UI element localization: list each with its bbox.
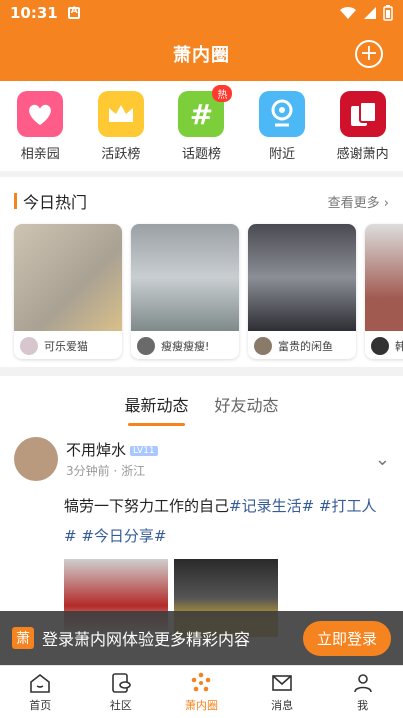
page-title: 萧内圈	[173, 44, 230, 66]
person-icon	[353, 674, 372, 693]
avatar	[254, 337, 272, 355]
signal-icon	[364, 7, 376, 19]
tab-circle[interactable]: 萧内圈	[161, 666, 241, 718]
hot-cards: 可乐爱猫 瘦瘦瘦瘦! 富贵的闲鱼 韩	[14, 224, 403, 359]
tab-label: 首页	[29, 699, 52, 712]
quick-label: 相亲园	[20, 147, 60, 162]
quick-item-matchmaking[interactable]: 相亲园	[8, 91, 72, 171]
hearts-icon	[17, 91, 64, 137]
see-more-label: 查看更多	[327, 195, 380, 211]
envelope-icon	[272, 675, 292, 691]
card-username: 可乐爱猫	[44, 340, 88, 353]
quick-item-active-rank[interactable]: 活跃榜	[89, 91, 153, 171]
quick-item-thanks[interactable]: 感谢萧内	[331, 91, 395, 171]
tab-messages[interactable]: 消息	[242, 666, 322, 718]
section-header: 今日热门 查看更多 ›	[0, 177, 403, 213]
hot-card[interactable]: 瘦瘦瘦瘦!	[131, 224, 239, 359]
hot-card[interactable]: 韩	[365, 224, 403, 359]
flower-icon	[192, 672, 211, 692]
card-user: 可乐爱猫	[14, 331, 122, 355]
hot-card[interactable]: 可乐爱猫	[14, 224, 122, 359]
crown-icon	[97, 91, 144, 137]
today-hot-section: 今日热门 查看更多 › 可乐爱猫 瘦瘦瘦瘦! 富贵的闲鱼 韩	[0, 177, 403, 367]
quick-label: 附近	[269, 147, 296, 162]
avatar	[137, 337, 155, 355]
avatar	[371, 337, 389, 355]
status-time: 10:31	[10, 4, 58, 22]
tab-label: 消息	[271, 699, 294, 712]
login-button[interactable]: 立即登录	[302, 620, 391, 656]
post-meta: 3分钟前 · 浙江	[66, 464, 146, 478]
bottom-tabbar: 首页 社区 萧内圈 消息 我	[0, 665, 403, 718]
post-content: 犒劳一下努力工作的自己#记录生活# #打工人 # #今日分享#	[64, 491, 390, 551]
feed-post[interactable]: 不用焯水 LV11 3分钟前 · 浙江 ⌄ 犒劳一下努力工作的自己#记录生活# #…	[14, 437, 390, 637]
plus-icon: +	[359, 41, 379, 66]
post-header: 不用焯水 LV11 3分钟前 · 浙江 ⌄	[14, 437, 390, 481]
post-image	[131, 224, 239, 331]
quick-item-nearby[interactable]: 附近	[250, 91, 314, 171]
avatar[interactable]	[14, 437, 58, 481]
post-user-info: 不用焯水 LV11 3分钟前 · 浙江	[66, 439, 158, 479]
post-tags-line2[interactable]: # #今日分享#	[64, 527, 166, 545]
hashtag-icon: # 热	[178, 85, 233, 137]
battery-icon	[383, 5, 393, 21]
chevron-right-icon: ›	[383, 195, 389, 211]
tab-me[interactable]: 我	[323, 666, 403, 718]
wifi-icon	[340, 6, 356, 19]
hot-badge: 热	[212, 85, 233, 102]
avatar	[20, 337, 38, 355]
quick-label: 活跃榜	[101, 147, 141, 162]
tab-latest[interactable]: 最新动态	[124, 392, 189, 426]
post-image	[248, 224, 356, 331]
card-username: 瘦瘦瘦瘦!	[161, 340, 210, 353]
add-post-button[interactable]: +	[355, 40, 383, 68]
post-image	[365, 224, 403, 331]
post-image	[14, 224, 122, 331]
location-pin-icon	[259, 91, 306, 137]
tab-label: 萧内圈	[184, 699, 218, 712]
quick-label: 感谢萧内	[336, 147, 389, 162]
sim-icon	[67, 6, 80, 19]
app-logo: 萧	[12, 627, 34, 649]
post-tags[interactable]: #记录生活# #打工人	[229, 497, 376, 515]
chevron-down-icon[interactable]: ⌄	[375, 449, 390, 470]
quick-entries: 相亲园 活跃榜 # 热 话题榜 附近 感谢萧内	[0, 81, 403, 171]
card-user: 富贵的闲鱼	[248, 331, 356, 355]
tab-label: 我	[357, 699, 369, 712]
quick-item-topic-rank[interactable]: # 热 话题榜	[169, 85, 233, 171]
tab-community[interactable]: 社区	[81, 666, 161, 718]
login-prompt-text: 登录萧内网体验更多精彩内容	[42, 630, 251, 649]
feed-tabs: 最新动态 好友动态	[0, 376, 403, 426]
card-user: 韩	[365, 331, 403, 355]
cards-icon	[339, 91, 386, 137]
post-text: 犒劳一下努力工作的自己	[64, 497, 230, 515]
post-username[interactable]: 不用焯水	[66, 441, 126, 459]
tab-home[interactable]: 首页	[0, 666, 80, 718]
tab-friends[interactable]: 好友动态	[215, 392, 279, 426]
status-bar: 10:31	[0, 0, 403, 26]
tab-label: 社区	[109, 699, 132, 712]
level-badge: LV11	[130, 445, 158, 456]
card-username: 富贵的闲鱼	[278, 340, 333, 353]
card-user: 瘦瘦瘦瘦!	[131, 331, 239, 355]
home-icon	[30, 673, 51, 693]
hot-card[interactable]: 富贵的闲鱼	[248, 224, 356, 359]
community-icon	[112, 673, 131, 693]
login-prompt-bar: 萧 登录萧内网体验更多精彩内容 立即登录	[0, 611, 403, 665]
card-username: 韩	[395, 340, 403, 353]
quick-label: 话题榜	[181, 147, 221, 162]
see-more-link[interactable]: 查看更多 ›	[328, 192, 389, 211]
section-title: 今日热门	[23, 193, 88, 212]
app-header: 萧内圈 +	[0, 26, 403, 81]
section-accent	[14, 193, 17, 209]
status-icons	[339, 5, 393, 21]
